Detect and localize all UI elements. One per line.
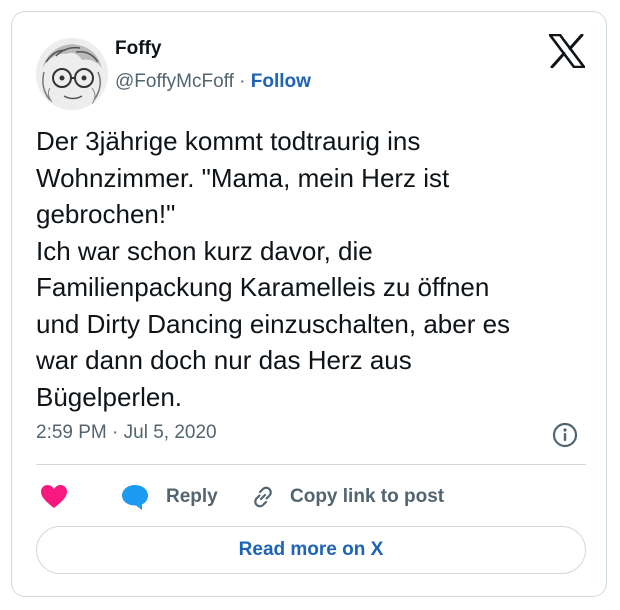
- tweet-text-line: war dann doch nur das Herz aus: [36, 345, 412, 375]
- tweet-timestamp[interactable]: 2:59 PM · Jul 5, 2020: [36, 422, 217, 444]
- tweet-text-line: und Dirty Dancing einzuschalten, aber es: [36, 308, 511, 339]
- user-handle[interactable]: @FoffyMcFoff: [115, 71, 234, 92]
- follow-link[interactable]: Follow: [251, 71, 311, 92]
- reply-label: Reply: [166, 486, 218, 507]
- copy-link-label: Copy link to post: [290, 486, 445, 507]
- tweet-text-line: Wohnzimmer. "Mama, mein Herz ist: [36, 162, 450, 193]
- reply-button[interactable]: Reply: [120, 482, 218, 512]
- display-name[interactable]: Foffy: [115, 38, 161, 60]
- tweet-text-line: Bügelperlen.: [36, 381, 182, 412]
- x-logo-icon[interactable]: [548, 33, 586, 69]
- handle-row: @FoffyMcFoff · Follow: [115, 71, 311, 93]
- tweet-text-line: Familienpackung Karamelleis zu öffnen: [36, 272, 490, 302]
- speech-bubble-icon: [122, 485, 148, 510]
- copy-link-button[interactable]: Copy link to post: [250, 482, 444, 512]
- heart-icon: [41, 485, 67, 508]
- tweet-text-line: Ich war schon kurz davor, die: [36, 235, 373, 266]
- avatar-sketch-image: [36, 38, 108, 110]
- like-button[interactable]: [40, 482, 68, 512]
- tweet-text-line: gebrochen!": [36, 199, 176, 229]
- avatar[interactable]: [36, 38, 108, 110]
- tweet-text: Der 3jährige kommt todtraurig ins Wohnzi…: [36, 123, 592, 415]
- tweet-text-line: Der 3jährige kommt todtraurig ins: [36, 126, 421, 156]
- embedded-tweet-card: Foffy @FoffyMcFoff · Follow Der 3jährige…: [11, 11, 607, 597]
- separator-dot: ·: [233, 71, 251, 92]
- info-icon[interactable]: [552, 422, 578, 448]
- divider: [36, 464, 586, 465]
- read-more-button[interactable]: Read more on X: [36, 526, 586, 574]
- link-icon: [254, 486, 272, 508]
